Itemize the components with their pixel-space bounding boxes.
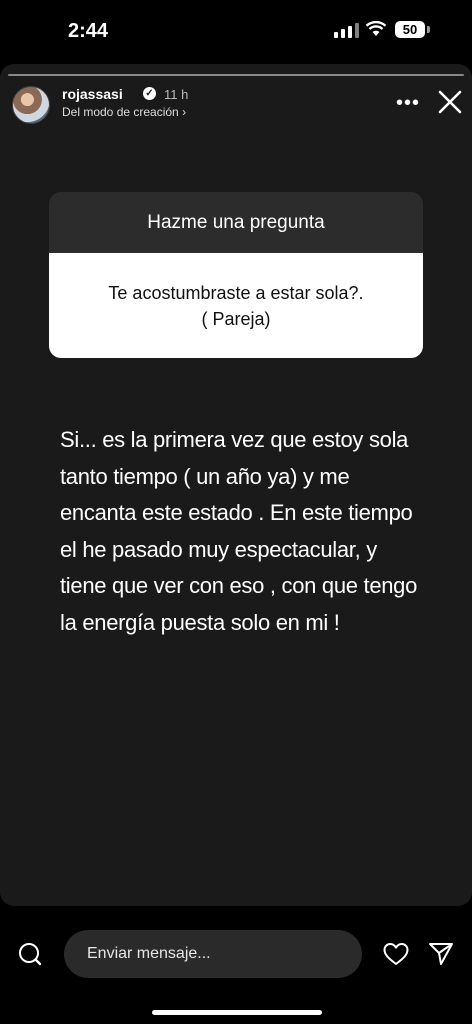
creation-mode-link[interactable]: Del modo de creación › [62,105,186,119]
answer-line: tiene que ver con eso , con que tengo [60,573,418,598]
wifi-icon [365,21,387,36]
username[interactable]: rojassasi [62,86,123,102]
camera-icon[interactable] [18,942,42,966]
question-line: ( Pareja) [201,308,271,329]
avatar[interactable] [12,86,50,124]
answer-line: la energía puesta solo en mi ! [60,609,340,635]
send-icon[interactable] [428,941,454,967]
question-sticker[interactable]: Hazme una pregunta Te acostumbraste a es… [49,192,423,358]
story-time-ago: 11 h [164,87,189,102]
verified-badge-icon: ✓ [143,87,156,100]
answer-text: Si... es la primera vez que estoy sola t… [60,422,430,641]
status-bar: 2:44 50 [0,0,472,64]
story-header: rojassasi ✓ 11 h Del modo de creación › … [12,84,462,124]
answer-line: tanto tiempo ( un año ya) y me [60,463,350,489]
home-indicator [152,1010,322,1015]
question-line: Te acostumbraste a estar sola?. [108,282,364,303]
heart-icon[interactable] [383,942,409,966]
status-time: 2:44 [68,20,109,42]
reply-bar: Enviar mensaje... [0,906,472,1024]
story-viewer[interactable]: rojassasi ✓ 11 h Del modo de creación › … [0,64,472,906]
message-input[interactable]: Enviar mensaje... [64,930,362,978]
answer-line: Si... es la primera vez que estoy sola [60,427,409,452]
close-icon[interactable] [436,88,464,116]
battery-indicator: 50 [395,21,425,38]
battery-nub [427,26,430,33]
cellular-signal-icon [334,22,359,38]
question-sticker-title: Hazme una pregunta [49,192,423,253]
story-progress-bar [8,74,464,76]
more-icon[interactable]: ••• [396,92,420,115]
question-text: Te acostumbraste a estar sola?. ( Pareja… [49,253,423,358]
answer-line: el he pasado muy espectacular, y [60,536,377,562]
message-input-placeholder: Enviar mensaje... [87,945,211,962]
answer-line: encanta este estado . En este tiempo [60,500,413,525]
